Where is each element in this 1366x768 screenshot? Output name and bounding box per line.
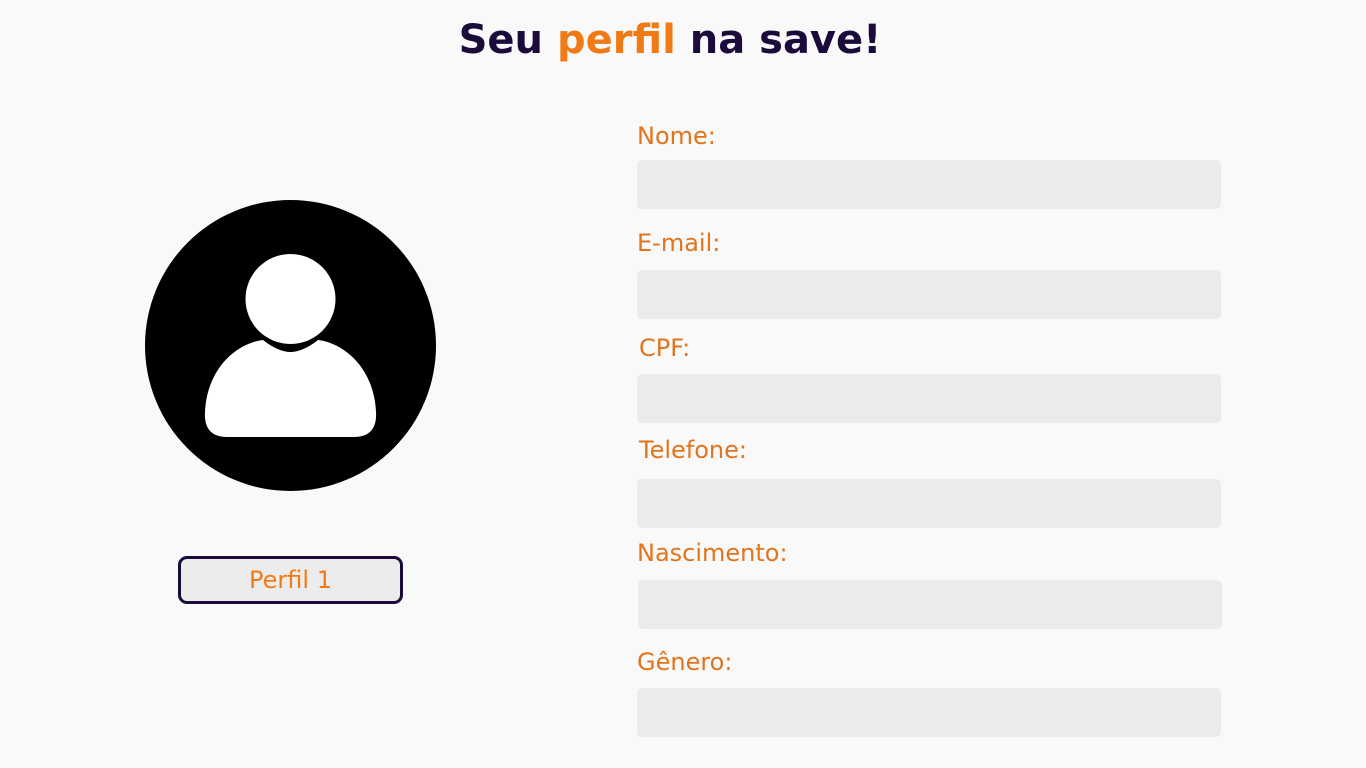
birthdate-input[interactable] xyxy=(638,580,1222,629)
gender-input[interactable] xyxy=(637,688,1221,737)
email-label: E-mail: xyxy=(637,229,721,257)
cpf-label: CPF: xyxy=(639,334,691,362)
gender-label: Gênero: xyxy=(637,648,733,676)
email-input[interactable] xyxy=(637,270,1221,319)
profile-select-button[interactable]: Perfil 1 xyxy=(178,556,403,604)
page-title-suffix: na save! xyxy=(675,17,882,63)
cpf-input[interactable] xyxy=(637,374,1221,423)
phone-input[interactable] xyxy=(637,479,1221,528)
phone-label: Telefone: xyxy=(639,436,747,464)
birthdate-label: Nascimento: xyxy=(637,539,788,567)
name-input[interactable] xyxy=(637,160,1221,209)
user-avatar-icon xyxy=(145,200,436,491)
page-title: Seu perfil na save! xyxy=(0,14,1340,66)
page-title-prefix: Seu xyxy=(458,17,557,63)
name-label: Nome: xyxy=(637,122,716,150)
page-title-accent: perfil xyxy=(556,17,676,63)
